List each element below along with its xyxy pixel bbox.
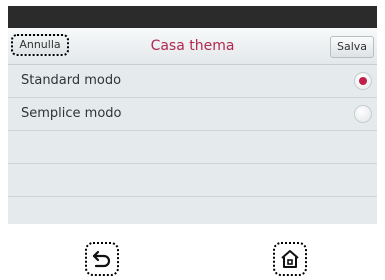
option-label: Standard modo	[21, 73, 122, 88]
empty-row	[8, 197, 377, 224]
option-label: Semplice modo	[21, 106, 122, 121]
radio-button[interactable]	[354, 105, 372, 123]
header-bar: Annulla Casa thema Salva	[8, 28, 377, 65]
save-button[interactable]: Salva	[330, 36, 374, 58]
empty-row	[8, 131, 377, 164]
home-button[interactable]	[273, 242, 307, 276]
home-icon	[281, 250, 299, 268]
radio-dot	[359, 77, 367, 85]
empty-row	[8, 164, 377, 197]
back-icon	[92, 250, 111, 268]
status-bar	[8, 6, 377, 28]
radio-button-selected[interactable]	[354, 72, 372, 90]
cancel-button[interactable]: Annulla	[11, 34, 69, 56]
option-simple-mode[interactable]: Semplice modo	[8, 98, 377, 131]
back-button[interactable]	[85, 242, 119, 276]
page-title: Casa thema	[150, 38, 235, 54]
app-screen: Annulla Casa thema Salva Standard modo S…	[8, 6, 377, 224]
option-standard-mode[interactable]: Standard modo	[8, 65, 377, 98]
